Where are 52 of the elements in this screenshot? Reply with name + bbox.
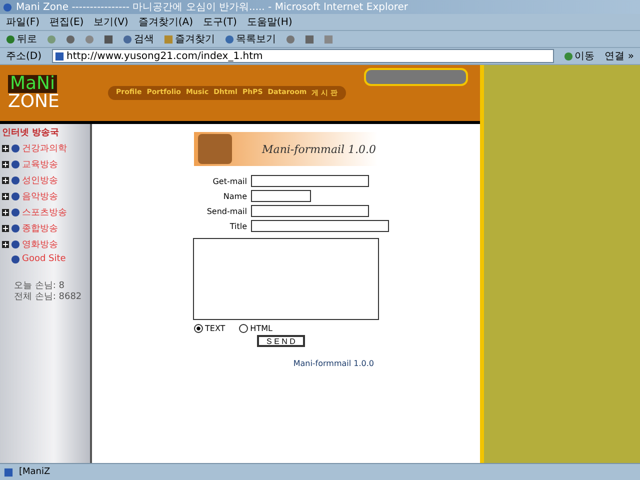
expand-icon[interactable] — [2, 225, 9, 232]
menu-item[interactable]: 편집(E) — [50, 15, 84, 29]
expand-icon[interactable] — [2, 209, 9, 216]
expand-icon[interactable] — [2, 177, 9, 184]
tree-item[interactable]: 교육방송 — [2, 158, 88, 171]
menu-item[interactable]: 보기(V) — [94, 15, 128, 29]
menu-item[interactable]: 도구(T) — [203, 15, 237, 29]
logo-text: MaNi — [8, 75, 58, 93]
expand-icon[interactable] — [2, 161, 9, 168]
expand-icon[interactable] — [2, 193, 9, 200]
text-field[interactable] — [251, 175, 369, 187]
radio-icon[interactable] — [239, 324, 248, 333]
links-button[interactable]: 연결 » — [604, 49, 634, 63]
send-button[interactable]: S E N D — [256, 335, 306, 347]
tree-item[interactable]: 성인방송 — [2, 174, 88, 187]
field-label: Name — [222, 192, 247, 200]
toolbar-button[interactable]: 목록보기 — [225, 32, 276, 46]
menu-item[interactable]: 도움말(H) — [246, 15, 292, 29]
message-field[interactable] — [193, 238, 379, 320]
format-radio[interactable]: TEXT — [194, 324, 226, 333]
radio-icon[interactable] — [194, 324, 203, 333]
field-label: Get-mail — [212, 176, 247, 186]
address-label: 주소(D) — [6, 50, 42, 63]
address-field[interactable]: http://www.yusong21.com/index_1.htm — [52, 49, 554, 63]
tree-item[interactable]: 영화방송 — [2, 238, 88, 251]
tree-item[interactable]: 종합방송 — [2, 222, 88, 235]
logo-text: ZONE — [8, 93, 60, 111]
expand-icon[interactable] — [2, 145, 9, 152]
toolbar-button[interactable]: 즐겨찾기 — [164, 32, 215, 46]
field-label: Send-mail — [206, 206, 247, 216]
tree-item[interactable]: 건강과의학 — [2, 142, 88, 155]
field-label: Title — [228, 222, 247, 230]
visitor-count: 전체 손님: 8682 — [14, 292, 83, 303]
window-title: Mani Zone ---------------- 마니공간에 오심이 반가워..... - Microsoft Internet Explorer — [0, 0, 640, 14]
tree-item[interactable]: 음악방송 — [2, 190, 88, 203]
go-button[interactable]: 이동 — [564, 49, 595, 63]
visitor-count: 오늘 손님: 8 — [14, 281, 66, 292]
status-text: [ManiZ — [19, 467, 50, 477]
menu-item[interactable]: 즐겨찾기(A) — [138, 15, 193, 29]
text-field[interactable] — [251, 205, 369, 217]
format-radio[interactable]: HTML — [239, 324, 272, 333]
tree-root[interactable]: 인터넷 방송국 — [2, 126, 88, 139]
tree-item[interactable]: 스포츠방송 — [2, 206, 88, 219]
menu-item[interactable]: 파일(F) — [6, 15, 40, 29]
tree-item[interactable]: Good Site — [2, 254, 88, 264]
expand-icon[interactable] — [2, 241, 9, 248]
text-field[interactable] — [251, 190, 311, 202]
footer-text: Mani-formmail 1.0.0 — [293, 359, 374, 368]
text-field[interactable] — [251, 220, 389, 232]
toolbar-button[interactable]: 뒤로 — [6, 32, 37, 46]
banner-title: Mani-formmail 1.0.0 — [262, 142, 376, 156]
toolbar-button[interactable]: 검색 — [123, 32, 154, 46]
